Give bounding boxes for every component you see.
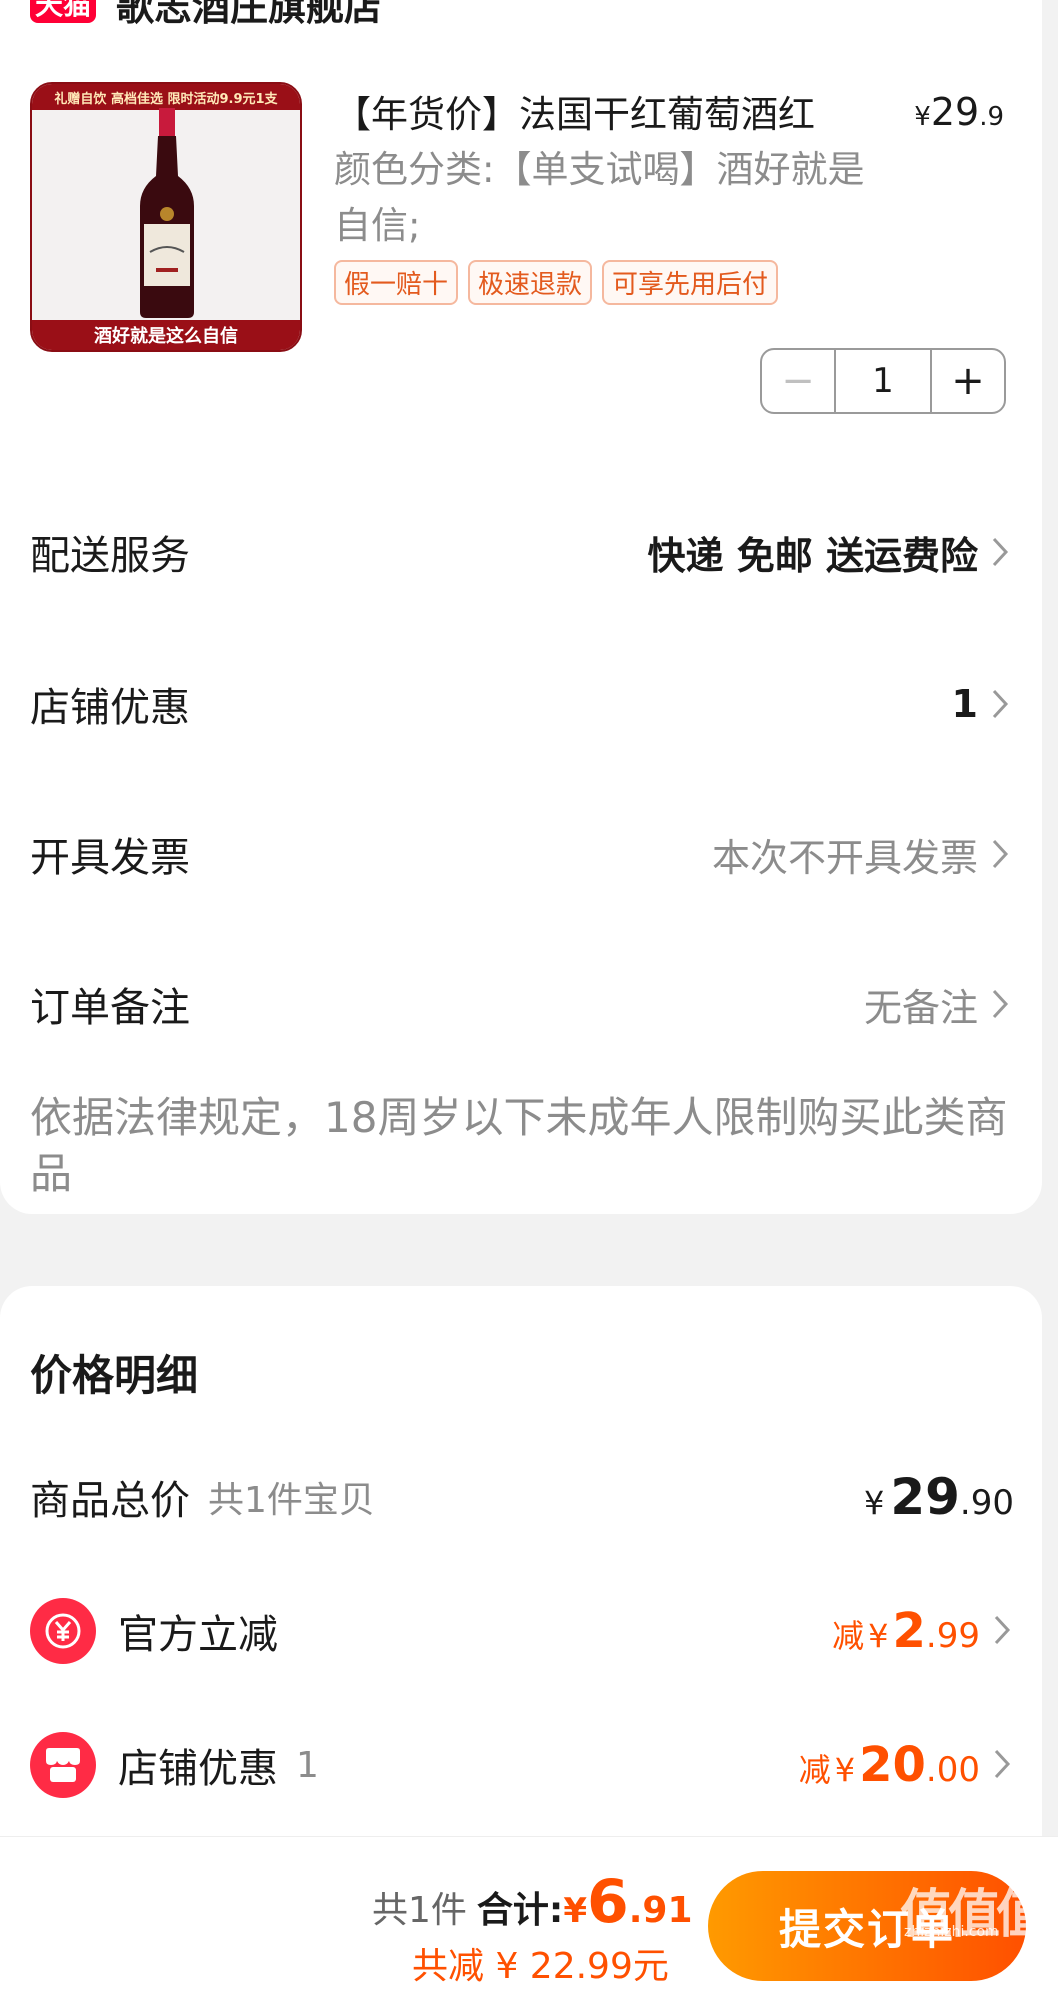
- wine-bottle-icon: [140, 108, 194, 318]
- chevron-right-icon: [992, 689, 1009, 719]
- invoice-value: 本次不开具发票: [711, 835, 978, 880]
- delivery-row[interactable]: 配送服务 快递 免邮 送运费险: [30, 522, 1012, 582]
- tmall-badge: 天猫: [30, 0, 96, 23]
- age-restriction-notice: 依据法律规定，18周岁以下未成年人限制购买此类商品: [30, 1093, 1008, 1198]
- store-discount-label: 店铺优惠: [30, 685, 190, 731]
- chevron-right-icon: [992, 839, 1009, 869]
- quantity-stepper: − 1 +: [760, 348, 1006, 414]
- product-price: ¥29.9: [914, 90, 1004, 134]
- official-discount-label: 官方立减: [118, 1612, 278, 1658]
- discount-prefix: 减: [832, 1617, 865, 1655]
- product-variant[interactable]: 颜色分类:【单支试喝】酒好就是自信;: [334, 142, 874, 254]
- watermark: zhizhizhi.com: [904, 1924, 999, 1940]
- delivery-value: 快递 免邮 送运费险: [647, 533, 978, 578]
- official-discount-row[interactable]: 官方立减 减 ¥ 2 .99: [30, 1596, 1014, 1666]
- amount-symbol: ¥: [863, 1484, 885, 1522]
- total-saved: 共减 ¥ 22.99元: [412, 1946, 669, 1987]
- goods-total-label: 商品总价: [30, 1478, 190, 1524]
- invoice-row[interactable]: 开具发票 本次不开具发票: [30, 824, 1012, 884]
- price-detail-title: 价格明细: [30, 1351, 199, 1400]
- order-total: 共1件 合计: ¥ 6 .91: [372, 1867, 693, 1937]
- store-discount-value: 1: [951, 682, 978, 726]
- store-coupon-amount: 减 ¥ 20 .00: [799, 1737, 1014, 1793]
- item-count: 共1件: [372, 1890, 467, 1931]
- store-coupon-label: 店铺优惠: [118, 1746, 278, 1792]
- amount-symbol: ¥: [834, 1751, 856, 1789]
- product-image[interactable]: 礼赠自饮 高档佳选 限时活动9.9元1支 酒好就是这么自信: [30, 82, 302, 352]
- official-discount-amount: 减 ¥ 2 .99: [832, 1603, 1014, 1659]
- increase-button[interactable]: +: [932, 350, 1004, 412]
- price-dec: .9: [979, 102, 1004, 132]
- tag-pay-later[interactable]: 可享先用后付: [602, 260, 779, 305]
- store-icon: [30, 1732, 96, 1798]
- store-coupon-count: 1: [296, 1744, 319, 1786]
- amount-dec: .99: [925, 1616, 980, 1656]
- store-discount-row[interactable]: 店铺优惠 1: [30, 674, 1012, 734]
- store-header[interactable]: 天猫 歌志酒庄旗舰店: [30, 0, 382, 31]
- amount-dec: .00: [925, 1750, 980, 1790]
- remark-label: 订单备注: [30, 985, 190, 1031]
- decrease-button[interactable]: −: [762, 350, 834, 412]
- total-label: 合计:: [476, 1890, 564, 1931]
- amount-int: 2: [892, 1603, 926, 1659]
- quantity-value[interactable]: 1: [834, 350, 932, 412]
- remark-value: 无备注: [863, 985, 978, 1030]
- price-int: 29: [930, 90, 980, 134]
- amount-symbol: ¥: [868, 1617, 889, 1655]
- goods-total-row: 商品总价 共1件宝贝 ¥ 29 .90: [30, 1462, 1014, 1532]
- yen-coupon-icon: [30, 1598, 96, 1664]
- chevron-right-icon: [992, 537, 1009, 567]
- price-symbol: ¥: [914, 102, 931, 132]
- store-name[interactable]: 歌志酒庄旗舰店: [116, 0, 382, 31]
- total-dec: .91: [628, 1890, 693, 1931]
- store-coupon-row[interactable]: 店铺优惠 1 减 ¥ 20 .00: [30, 1730, 1014, 1800]
- chevron-right-icon: [994, 1615, 1011, 1645]
- product-image-caption: 酒好就是这么自信: [32, 320, 300, 350]
- amount-dec: .90: [959, 1483, 1014, 1523]
- tag-fast-refund[interactable]: 极速退款: [468, 260, 593, 305]
- chevron-right-icon: [992, 989, 1009, 1019]
- product-title[interactable]: 【年货价】法国干红葡萄酒红: [334, 84, 815, 138]
- chevron-right-icon: [994, 1749, 1011, 1779]
- order-card: 天猫 歌志酒庄旗舰店 礼赠自饮 高档佳选 限时活动9.9元1支 酒好就是这么自信…: [0, 0, 1042, 1214]
- discount-prefix: 减: [798, 1751, 831, 1789]
- delivery-label: 配送服务: [30, 533, 190, 579]
- amount-int: 29: [890, 1468, 960, 1526]
- remark-row[interactable]: 订单备注 无备注: [30, 974, 1012, 1034]
- tag-fake-compensation[interactable]: 假一赔十: [334, 260, 459, 305]
- goods-total-amount: ¥ 29 .90: [864, 1468, 1014, 1526]
- invoice-label: 开具发票: [30, 835, 190, 881]
- service-tags: 假一赔十 极速退款 可享先用后付: [334, 260, 779, 305]
- goods-count: 共1件宝贝: [208, 1480, 375, 1521]
- total-int: 6: [586, 1867, 629, 1937]
- total-symbol: ¥: [563, 1891, 587, 1931]
- amount-int: 20: [859, 1737, 926, 1793]
